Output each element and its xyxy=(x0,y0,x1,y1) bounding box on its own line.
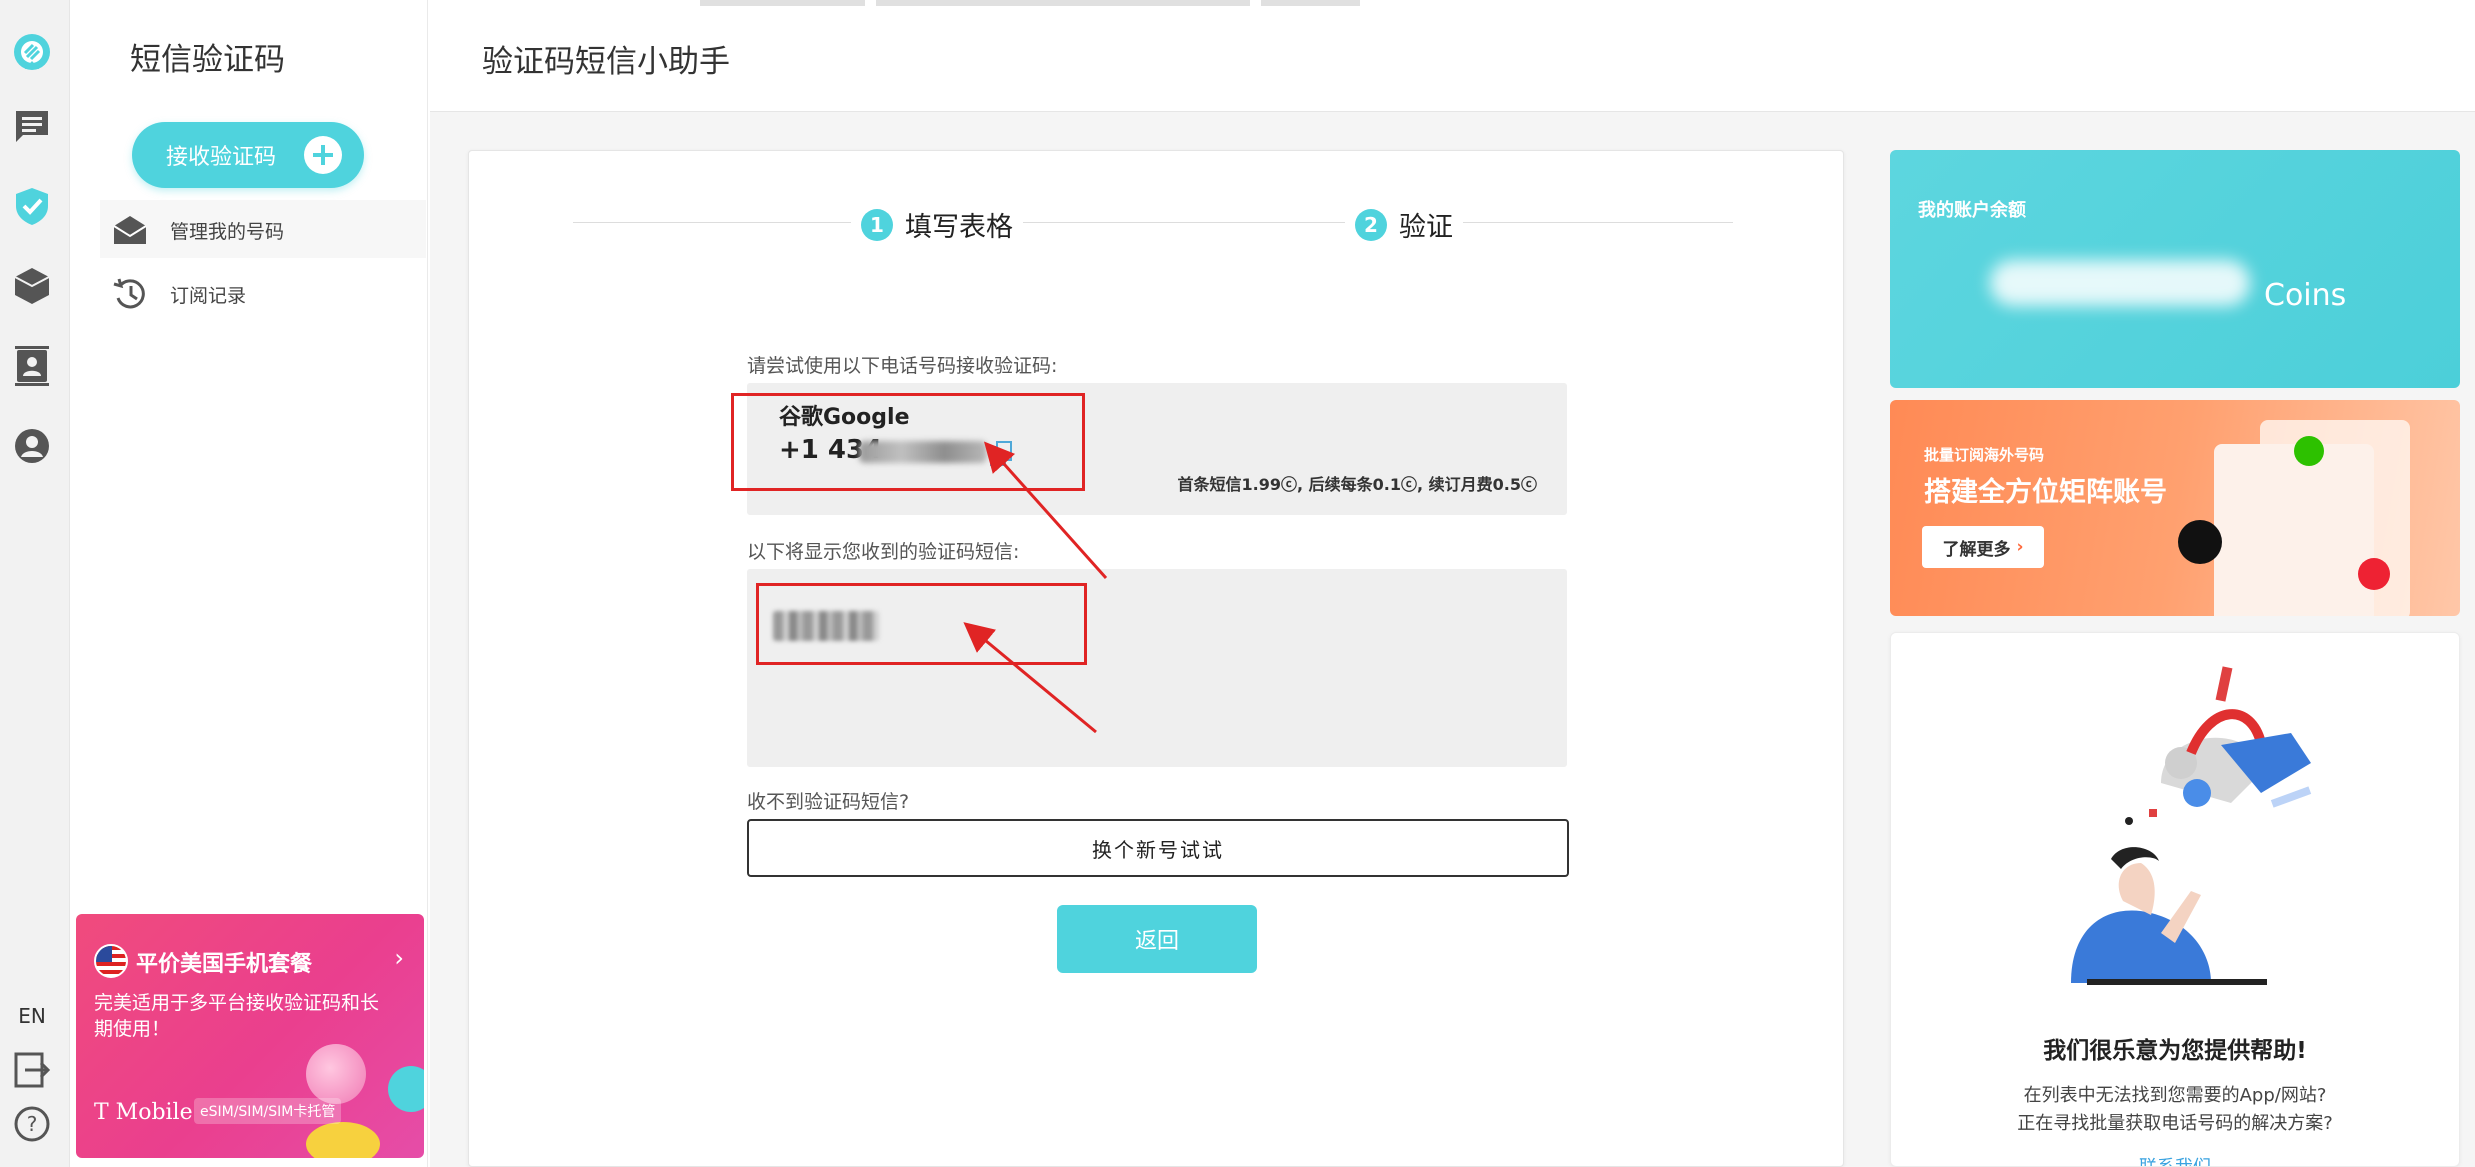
learn-more-button[interactable]: 了解更多 › xyxy=(1922,526,2044,568)
tiktok-icon xyxy=(2178,520,2222,564)
help-title: 我们很乐意为您提供帮助! xyxy=(2043,1038,2307,1064)
banner-subtitle: 批量订阅海外号码 xyxy=(1924,446,2045,464)
help-line-1: 在列表中无法找到您需要的App/网站? xyxy=(2023,1085,2327,1106)
contact-us-link[interactable]: 联系我们 xyxy=(1891,1153,2459,1166)
account-balance-card: 我的账户余额 Coins xyxy=(1890,150,2460,388)
balance-redaction xyxy=(1990,260,2250,306)
help-line-2: 正在寻找批量获取电话号码的解决方案? xyxy=(2017,1113,2333,1134)
balance-unit: Coins xyxy=(2264,278,2347,313)
mockup-screen xyxy=(2214,444,2374,616)
bulk-subscription-banner[interactable]: 批量订阅海外号码 搭建全方位矩阵账号 了解更多 › xyxy=(1890,400,2460,616)
help-illustration xyxy=(2071,666,2312,985)
xiaohongshu-icon xyxy=(2358,558,2390,590)
help-card: 我们很乐意为您提供帮助! 在列表中无法找到您需要的App/网站? 正在寻找批量获… xyxy=(1890,632,2460,1167)
wechat-icon xyxy=(2294,436,2324,466)
banner-title: 搭建全方位矩阵账号 xyxy=(1924,477,2167,508)
chevron-right-icon: › xyxy=(2016,537,2024,557)
learn-more-label: 了解更多 xyxy=(1942,539,2011,560)
balance-title: 我的账户余额 xyxy=(1918,200,2026,221)
